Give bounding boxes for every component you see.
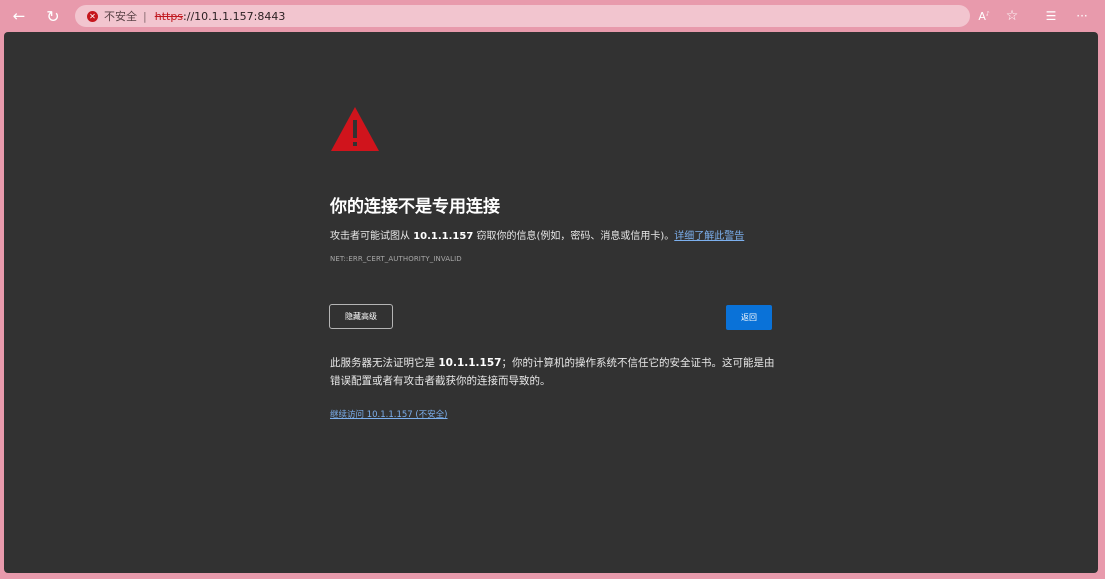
favorite-button[interactable]: ☆ bbox=[1003, 7, 1021, 25]
page-title: 你的连接不是专用连接 bbox=[330, 197, 500, 217]
url-scheme: https bbox=[154, 9, 184, 23]
not-secure-label[interactable]: 不安全 bbox=[104, 8, 137, 24]
read-aloud-icon: A♪ bbox=[978, 9, 990, 23]
hide-advanced-button[interactable]: 隐藏高级 bbox=[329, 304, 393, 329]
learn-more-link[interactable]: 详细了解此警告 bbox=[674, 231, 744, 242]
warning-triangle-icon bbox=[331, 107, 379, 151]
favorites-list-button[interactable]: ☰ bbox=[1042, 7, 1060, 25]
browser-window: ← ↻ ✕ 不安全 | https ://10.1.1.157:8443 A♪ … bbox=[0, 0, 1105, 579]
back-to-safety-button[interactable]: 返回 bbox=[726, 305, 772, 330]
proceed-unsafe-link[interactable]: 继续访问 10.1.1.157 (不安全) bbox=[330, 408, 448, 420]
back-button[interactable]: ← bbox=[8, 6, 30, 26]
warning-description: 攻击者可能试图从 10.1.1.157 窃取你的信息(例如，密码、消息或信用卡)… bbox=[330, 227, 744, 242]
security-error-icon[interactable]: ✕ bbox=[87, 10, 98, 22]
refresh-button[interactable]: ↻ bbox=[42, 6, 64, 26]
back-arrow-icon: ← bbox=[12, 7, 26, 25]
desc-host: 10.1.1.157 bbox=[413, 231, 474, 242]
address-separator: | bbox=[143, 9, 147, 23]
more-menu-button[interactable]: ··· bbox=[1073, 7, 1091, 25]
browser-toolbar: ← ↻ ✕ 不安全 | https ://10.1.1.157:8443 A♪ … bbox=[0, 0, 1105, 32]
star-icon: ☆ bbox=[1005, 8, 1019, 24]
url-host: ://10.1.1.157:8443 bbox=[183, 9, 286, 23]
favorites-list-icon: ☰ bbox=[1045, 9, 1057, 23]
advanced-details: 此服务器无法证明它是 10.1.1.157；你的计算机的操作系统不信任它的安全证… bbox=[330, 354, 780, 390]
desc-suffix: 窃取你的信息(例如，密码、消息或信用卡)。 bbox=[473, 231, 675, 242]
detail-host: 10.1.1.157 bbox=[438, 357, 502, 369]
detail-prefix: 此服务器无法证明它是 bbox=[330, 357, 439, 369]
more-icon: ··· bbox=[1076, 9, 1088, 23]
address-bar[interactable]: ✕ 不安全 | https ://10.1.1.157:8443 bbox=[75, 5, 970, 27]
desc-prefix: 攻击者可能试图从 bbox=[330, 231, 414, 242]
read-aloud-button[interactable]: A♪ bbox=[975, 7, 993, 25]
error-code: NET::ERR_CERT_AUTHORITY_INVALID bbox=[330, 255, 462, 263]
refresh-icon: ↻ bbox=[46, 6, 60, 26]
error-page: 你的连接不是专用连接 攻击者可能试图从 10.1.1.157 窃取你的信息(例如… bbox=[4, 32, 1098, 573]
